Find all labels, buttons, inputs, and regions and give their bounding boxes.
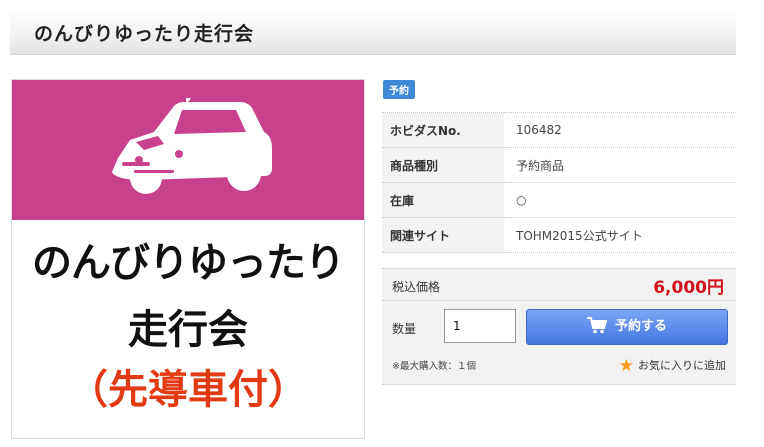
info-label-product-type: 商品種別 [382, 147, 504, 183]
add-favorite-link[interactable]: ★ お気に入りに追加 [619, 356, 726, 376]
info-value-product-type: 予約商品 [504, 147, 736, 183]
info-label-stock: 在庫 [382, 182, 504, 218]
purchase-box: 税込価格 6,000円 数量 予約する ※最大購入数：１個 ★ お気に入りに追加 [382, 268, 736, 385]
quantity-label: 数量 [392, 322, 417, 336]
image-text-line3: （先導車付） [68, 367, 308, 413]
image-banner [12, 80, 364, 220]
page-title: のんびりゆったり走行会 [34, 23, 255, 45]
info-label-hobidas-no: ホビダスNo. [382, 112, 504, 148]
table-row: 在庫 ○ [382, 182, 736, 218]
info-value-related-site: TOHM2015公式サイト [504, 217, 736, 253]
reservation-badge: 予約 [383, 80, 415, 99]
quantity-input[interactable] [444, 309, 516, 343]
product-info-table: ホビダスNo. 106482 商品種別 予約商品 在庫 ○ 関連サイト TOHM… [382, 112, 736, 253]
image-text-line1: のんびりゆったり [32, 240, 345, 286]
info-value-stock: ○ [504, 182, 736, 218]
reserve-button-label: 予約する [614, 319, 667, 334]
reserve-button[interactable]: 予約する [526, 309, 728, 345]
car-icon [112, 98, 272, 194]
page-header: のんびりゆったり走行会 [10, 8, 736, 55]
divider [382, 300, 736, 301]
info-value-hobidas-no: 106482 [504, 112, 736, 148]
product-image: のんびりゆったり 走行会 （先導車付） [11, 79, 365, 439]
price-label: 税込価格 [392, 280, 441, 294]
price-value: 6,000円 [653, 278, 724, 298]
table-row: ホビダスNo. 106482 [382, 112, 736, 148]
image-text-line2: 走行会 [128, 307, 248, 353]
cart-icon [586, 316, 608, 333]
favorite-label: お気に入りに追加 [638, 359, 726, 372]
max-purchase-note: ※最大購入数：１個 [392, 361, 476, 372]
table-row: 商品種別 予約商品 [382, 147, 736, 183]
info-label-related-site: 関連サイト [382, 217, 504, 253]
star-icon: ★ [618, 356, 634, 376]
table-row: 関連サイト TOHM2015公式サイト [382, 217, 736, 253]
